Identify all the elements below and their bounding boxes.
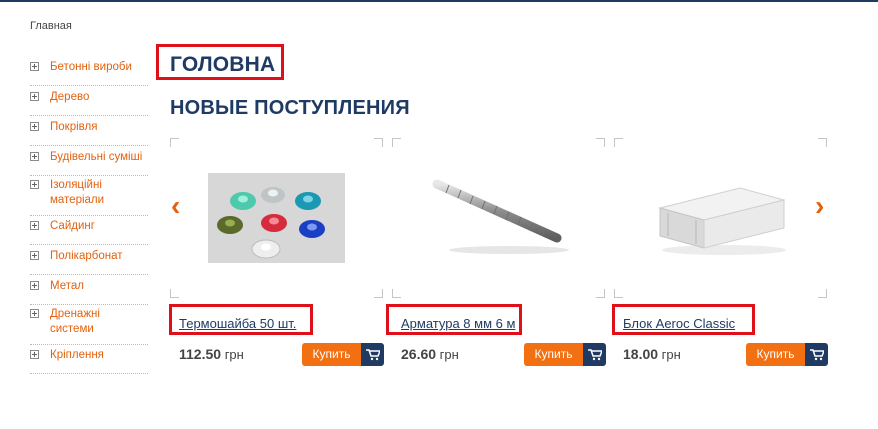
top-border bbox=[0, 0, 878, 2]
product-image-rebar[interactable] bbox=[392, 138, 605, 298]
sidebar-item-roofing[interactable]: Покрівля bbox=[30, 118, 148, 146]
sidebar-item-wood[interactable]: Дерево bbox=[30, 88, 148, 116]
buy-button[interactable]: Купить bbox=[746, 343, 828, 366]
price-currency: грн bbox=[224, 347, 244, 362]
aerated-block-image bbox=[657, 187, 786, 255]
expand-plus-icon[interactable] bbox=[30, 350, 39, 359]
product-image-aerated-block[interactable] bbox=[614, 138, 827, 298]
buy-button[interactable]: Купить bbox=[302, 343, 384, 366]
expand-plus-icon[interactable] bbox=[30, 122, 39, 131]
price-value: 112.50 bbox=[179, 346, 222, 362]
product-card: Арматура 8 мм 6 м 26.60 грн Купить bbox=[386, 138, 606, 370]
sidebar-item-fasteners[interactable]: Кріплення bbox=[30, 346, 148, 374]
sidebar-category-menu: Бетонні вироби Дерево Покрівля Будівельн… bbox=[30, 58, 148, 374]
product-card: Термошайба 50 шт. 112.50 грн Купить bbox=[169, 138, 384, 370]
product-image-thermo-washers[interactable] bbox=[170, 138, 383, 298]
price-value: 18.00 bbox=[623, 346, 659, 362]
sidebar-item-label: Сайдинг bbox=[50, 220, 95, 232]
sidebar-item-insulation[interactable]: Ізоляційні матеріали bbox=[30, 176, 148, 216]
product-title-link[interactable]: Арматура 8 мм 6 м bbox=[401, 316, 515, 331]
sidebar-item-label: Покрівля bbox=[50, 121, 98, 133]
sidebar-item-label: Дерево bbox=[50, 91, 90, 103]
price-value: 26.60 bbox=[401, 346, 437, 362]
sidebar-item-siding[interactable]: Сайдинг bbox=[30, 217, 148, 245]
sidebar-item-label: Дренажні системи bbox=[50, 308, 100, 335]
sidebar-item-label: Ізоляційні матеріали bbox=[50, 179, 105, 206]
expand-plus-icon[interactable] bbox=[30, 309, 39, 318]
thermo-washers-image bbox=[208, 173, 345, 263]
expand-plus-icon[interactable] bbox=[30, 281, 39, 290]
expand-plus-icon[interactable] bbox=[30, 221, 39, 230]
buy-button-label: Купить bbox=[302, 343, 361, 366]
page-title: ГОЛОВНА bbox=[170, 53, 276, 76]
product-price: 26.60 грн bbox=[401, 346, 459, 362]
buy-button-label: Купить bbox=[746, 343, 805, 366]
breadcrumb[interactable]: Главная bbox=[30, 20, 72, 32]
price-currency: грн bbox=[439, 347, 459, 362]
sidebar-item-label: Бетонні вироби bbox=[50, 61, 132, 73]
expand-plus-icon[interactable] bbox=[30, 152, 39, 161]
cart-icon bbox=[361, 343, 384, 366]
buy-button[interactable]: Купить bbox=[524, 343, 606, 366]
sidebar-item-label: Полікарбонат bbox=[50, 250, 123, 262]
expand-plus-icon[interactable] bbox=[30, 251, 39, 260]
product-title-link[interactable]: Блок Aeroc Classic bbox=[623, 316, 735, 331]
cart-icon bbox=[805, 343, 828, 366]
product-card: Блок Aeroc Classic 18.00 грн Купить bbox=[612, 138, 828, 370]
product-price: 112.50 грн bbox=[179, 346, 244, 362]
cart-icon bbox=[583, 343, 606, 366]
product-price: 18.00 грн bbox=[623, 346, 681, 362]
sidebar-item-polycarbonate[interactable]: Полікарбонат bbox=[30, 247, 148, 275]
sidebar-item-label: Будівельні суміші bbox=[50, 151, 143, 163]
expand-plus-icon[interactable] bbox=[30, 92, 39, 101]
buy-button-label: Купить bbox=[524, 343, 583, 366]
product-title-link[interactable]: Термошайба 50 шт. bbox=[179, 316, 296, 331]
sidebar-item-label: Метал bbox=[50, 280, 84, 292]
rebar-image bbox=[432, 179, 569, 254]
expand-plus-icon[interactable] bbox=[30, 180, 39, 189]
price-currency: грн bbox=[661, 347, 681, 362]
sidebar-item-label: Кріплення bbox=[50, 349, 104, 361]
expand-plus-icon[interactable] bbox=[30, 62, 39, 71]
sidebar-item-drainage[interactable]: Дренажні системи bbox=[30, 305, 148, 345]
sidebar-item-metal[interactable]: Метал bbox=[30, 277, 148, 305]
sidebar-item-concrete[interactable]: Бетонні вироби bbox=[30, 58, 148, 86]
section-title: НОВЫЕ ПОСТУПЛЕНИЯ bbox=[170, 97, 410, 119]
sidebar-item-mixtures[interactable]: Будівельні суміші bbox=[30, 148, 148, 176]
